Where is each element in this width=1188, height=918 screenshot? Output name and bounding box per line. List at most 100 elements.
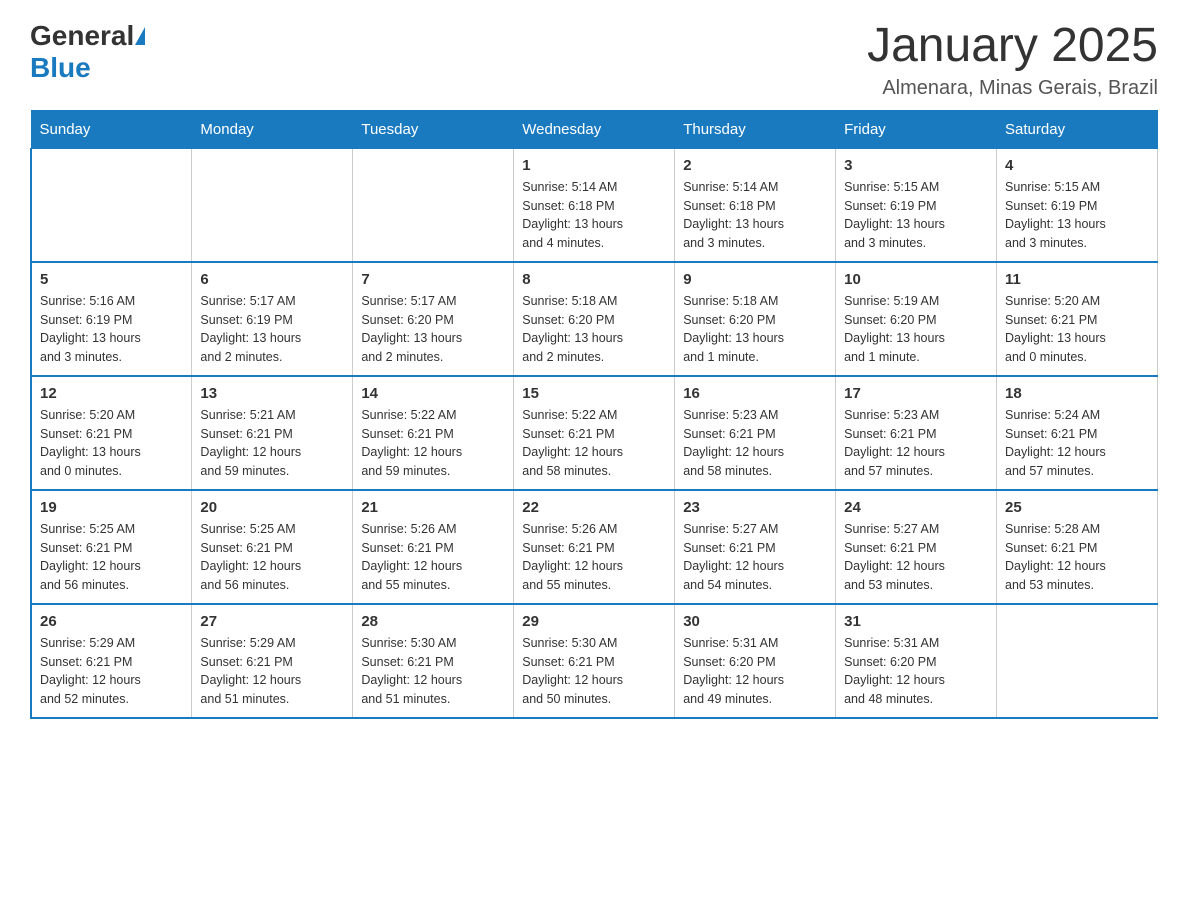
day-info: Sunrise: 5:22 AMSunset: 6:21 PMDaylight:… xyxy=(361,406,505,481)
calendar-header: SundayMondayTuesdayWednesdayThursdayFrid… xyxy=(31,110,1158,148)
day-number: 23 xyxy=(683,499,827,516)
calendar-cell: 30 Sunrise: 5:31 AMSunset: 6:20 PMDayligh… xyxy=(675,604,836,718)
day-number: 31 xyxy=(844,613,988,630)
calendar-cell: 25 Sunrise: 5:28 AMSunset: 6:21 PMDayligh… xyxy=(997,490,1158,604)
day-info: Sunrise: 5:20 AMSunset: 6:21 PMDaylight:… xyxy=(1005,292,1149,367)
day-number: 24 xyxy=(844,499,988,516)
logo: General Blue xyxy=(30,20,145,84)
calendar-cell: 27Sunrise: 5:29 AMSunset: 6:21 PMDayligh… xyxy=(192,604,353,718)
weekday-header-tuesday: Tuesday xyxy=(353,110,514,148)
weekday-header-saturday: Saturday xyxy=(997,110,1158,148)
calendar-cell: 22 Sunrise: 5:26 AMSunset: 6:21 PMDayligh… xyxy=(514,490,675,604)
calendar-cell: 1 Sunrise: 5:14 AMSunset: 6:18 PMDaylight… xyxy=(514,148,675,262)
calendar-cell: 6Sunrise: 5:17 AMSunset: 6:19 PMDaylight… xyxy=(192,262,353,376)
day-info: Sunrise: 5:17 AMSunset: 6:20 PMDaylight:… xyxy=(361,292,505,367)
calendar-table: SundayMondayTuesdayWednesdayThursdayFrid… xyxy=(30,110,1158,719)
weekday-header-monday: Monday xyxy=(192,110,353,148)
day-info: Sunrise: 5:18 AMSunset: 6:20 PMDaylight:… xyxy=(522,292,666,367)
day-info: Sunrise: 5:21 AMSunset: 6:21 PMDaylight:… xyxy=(200,406,344,481)
logo-blue-text: Blue xyxy=(30,52,91,84)
day-info: Sunrise: 5:29 AMSunset: 6:21 PMDaylight:… xyxy=(40,634,183,709)
calendar-cell: 20Sunrise: 5:25 AMSunset: 6:21 PMDayligh… xyxy=(192,490,353,604)
day-number: 27 xyxy=(200,613,344,630)
calendar-cell: 16 Sunrise: 5:23 AMSunset: 6:21 PMDayligh… xyxy=(675,376,836,490)
day-info: Sunrise: 5:15 AMSunset: 6:19 PMDaylight:… xyxy=(1005,178,1149,253)
calendar-cell: 15 Sunrise: 5:22 AMSunset: 6:21 PMDayligh… xyxy=(514,376,675,490)
weekday-header-row: SundayMondayTuesdayWednesdayThursdayFrid… xyxy=(31,110,1158,148)
day-info: Sunrise: 5:27 AMSunset: 6:21 PMDaylight:… xyxy=(683,520,827,595)
calendar-cell: 24 Sunrise: 5:27 AMSunset: 6:21 PMDayligh… xyxy=(836,490,997,604)
calendar-cell: 23 Sunrise: 5:27 AMSunset: 6:21 PMDayligh… xyxy=(675,490,836,604)
page-header: General Blue January 2025 Almenara, Mina… xyxy=(30,20,1158,100)
day-info: Sunrise: 5:27 AMSunset: 6:21 PMDaylight:… xyxy=(844,520,988,595)
day-info: Sunrise: 5:26 AMSunset: 6:21 PMDaylight:… xyxy=(522,520,666,595)
calendar-cell: 13 Sunrise: 5:21 AMSunset: 6:21 PMDayligh… xyxy=(192,376,353,490)
calendar-cell: 7Sunrise: 5:17 AMSunset: 6:20 PMDaylight… xyxy=(353,262,514,376)
day-number: 3 xyxy=(844,157,988,174)
calendar-week-row: 1 Sunrise: 5:14 AMSunset: 6:18 PMDaylight… xyxy=(31,148,1158,262)
calendar-cell: 18 Sunrise: 5:24 AMSunset: 6:21 PMDayligh… xyxy=(997,376,1158,490)
day-info: Sunrise: 5:31 AMSunset: 6:20 PMDaylight:… xyxy=(683,634,827,709)
calendar-week-row: 26Sunrise: 5:29 AMSunset: 6:21 PMDayligh… xyxy=(31,604,1158,718)
day-info: Sunrise: 5:26 AMSunset: 6:21 PMDaylight:… xyxy=(361,520,505,595)
page-subtitle: Almenara, Minas Gerais, Brazil xyxy=(867,77,1158,100)
day-info: Sunrise: 5:20 AMSunset: 6:21 PMDaylight:… xyxy=(40,406,183,481)
day-info: Sunrise: 5:14 AMSunset: 6:18 PMDaylight:… xyxy=(522,178,666,253)
day-number: 28 xyxy=(361,613,505,630)
calendar-cell: 31 Sunrise: 5:31 AMSunset: 6:20 PMDayligh… xyxy=(836,604,997,718)
weekday-header-thursday: Thursday xyxy=(675,110,836,148)
day-info: Sunrise: 5:23 AMSunset: 6:21 PMDaylight:… xyxy=(683,406,827,481)
calendar-cell: 21Sunrise: 5:26 AMSunset: 6:21 PMDayligh… xyxy=(353,490,514,604)
day-number: 8 xyxy=(522,271,666,288)
calendar-cell: 11Sunrise: 5:20 AMSunset: 6:21 PMDayligh… xyxy=(997,262,1158,376)
page-title: January 2025 xyxy=(867,20,1158,73)
calendar-cell: 17Sunrise: 5:23 AMSunset: 6:21 PMDayligh… xyxy=(836,376,997,490)
day-number: 22 xyxy=(522,499,666,516)
calendar-week-row: 12Sunrise: 5:20 AMSunset: 6:21 PMDayligh… xyxy=(31,376,1158,490)
calendar-cell: 2Sunrise: 5:14 AMSunset: 6:18 PMDaylight… xyxy=(675,148,836,262)
day-number: 16 xyxy=(683,385,827,402)
calendar-cell: 29Sunrise: 5:30 AMSunset: 6:21 PMDayligh… xyxy=(514,604,675,718)
day-number: 25 xyxy=(1005,499,1149,516)
day-number: 18 xyxy=(1005,385,1149,402)
day-number: 19 xyxy=(40,499,183,516)
day-info: Sunrise: 5:16 AMSunset: 6:19 PMDaylight:… xyxy=(40,292,183,367)
day-number: 13 xyxy=(200,385,344,402)
calendar-cell: 14 Sunrise: 5:22 AMSunset: 6:21 PMDayligh… xyxy=(353,376,514,490)
weekday-header-sunday: Sunday xyxy=(31,110,192,148)
logo-general-text: General xyxy=(30,20,134,52)
calendar-cell xyxy=(353,148,514,262)
calendar-cell: 3Sunrise: 5:15 AMSunset: 6:19 PMDaylight… xyxy=(836,148,997,262)
day-number: 14 xyxy=(361,385,505,402)
day-number: 5 xyxy=(40,271,183,288)
day-number: 1 xyxy=(522,157,666,174)
calendar-cell: 4 Sunrise: 5:15 AMSunset: 6:19 PMDaylight… xyxy=(997,148,1158,262)
day-number: 2 xyxy=(683,157,827,174)
calendar-week-row: 5 Sunrise: 5:16 AMSunset: 6:19 PMDaylight… xyxy=(31,262,1158,376)
weekday-header-wednesday: Wednesday xyxy=(514,110,675,148)
day-number: 29 xyxy=(522,613,666,630)
day-number: 20 xyxy=(200,499,344,516)
day-info: Sunrise: 5:17 AMSunset: 6:19 PMDaylight:… xyxy=(200,292,344,367)
calendar-cell: 19 Sunrise: 5:25 AMSunset: 6:21 PMDayligh… xyxy=(31,490,192,604)
day-info: Sunrise: 5:22 AMSunset: 6:21 PMDaylight:… xyxy=(522,406,666,481)
day-number: 10 xyxy=(844,271,988,288)
calendar-cell xyxy=(31,148,192,262)
day-info: Sunrise: 5:24 AMSunset: 6:21 PMDaylight:… xyxy=(1005,406,1149,481)
day-info: Sunrise: 5:18 AMSunset: 6:20 PMDaylight:… xyxy=(683,292,827,367)
calendar-body: 1 Sunrise: 5:14 AMSunset: 6:18 PMDaylight… xyxy=(31,148,1158,718)
day-number: 4 xyxy=(1005,157,1149,174)
day-info: Sunrise: 5:28 AMSunset: 6:21 PMDaylight:… xyxy=(1005,520,1149,595)
calendar-week-row: 19 Sunrise: 5:25 AMSunset: 6:21 PMDayligh… xyxy=(31,490,1158,604)
day-number: 15 xyxy=(522,385,666,402)
day-number: 9 xyxy=(683,271,827,288)
day-info: Sunrise: 5:30 AMSunset: 6:21 PMDaylight:… xyxy=(361,634,505,709)
day-info: Sunrise: 5:25 AMSunset: 6:21 PMDaylight:… xyxy=(40,520,183,595)
calendar-cell: 28 Sunrise: 5:30 AMSunset: 6:21 PMDayligh… xyxy=(353,604,514,718)
day-number: 30 xyxy=(683,613,827,630)
calendar-cell: 10 Sunrise: 5:19 AMSunset: 6:20 PMDayligh… xyxy=(836,262,997,376)
day-info: Sunrise: 5:31 AMSunset: 6:20 PMDaylight:… xyxy=(844,634,988,709)
calendar-cell xyxy=(192,148,353,262)
day-info: Sunrise: 5:19 AMSunset: 6:20 PMDaylight:… xyxy=(844,292,988,367)
day-info: Sunrise: 5:23 AMSunset: 6:21 PMDaylight:… xyxy=(844,406,988,481)
